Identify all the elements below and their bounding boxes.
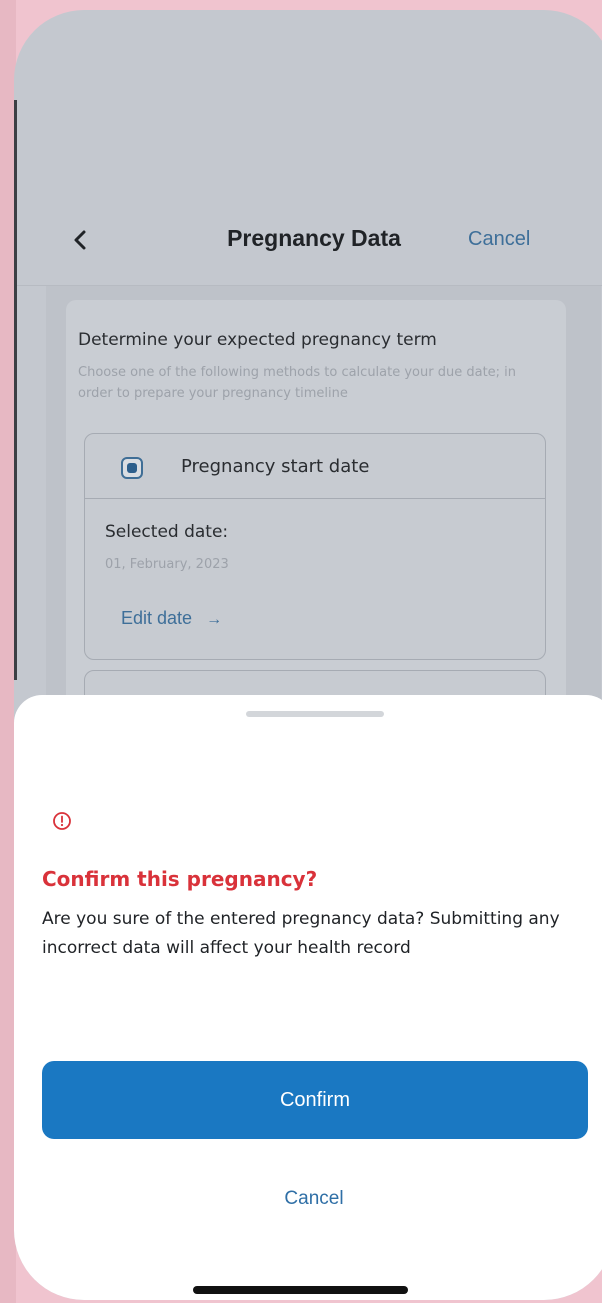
navigation-header: Pregnancy Data Cancel: [14, 195, 602, 286]
option-label: Pregnancy start date: [181, 456, 370, 477]
radio-selected-icon[interactable]: [121, 457, 143, 479]
sheet-grabber[interactable]: [246, 711, 384, 717]
sheet-message: Are you sure of the entered pregnancy da…: [42, 909, 560, 958]
radio-dot: [127, 463, 137, 473]
selected-date-label: Selected date:: [105, 522, 229, 542]
sheet-title: Confirm this pregnancy?: [42, 867, 318, 891]
edit-date-label: Edit date: [121, 608, 193, 628]
option-start-date[interactable]: Pregnancy start date Selected date: 01, …: [84, 433, 546, 660]
cancel-button[interactable]: Cancel: [214, 1177, 414, 1221]
selected-date-value: 01, February, 2023: [105, 557, 229, 572]
header-cancel-button[interactable]: Cancel: [468, 228, 530, 251]
confirm-bottom-sheet: Confirm this pregnancy? Are you sure of …: [14, 695, 602, 1300]
alert-circle-icon: [53, 812, 71, 830]
phone-screen: Pregnancy Data Cancel Determine your exp…: [14, 10, 602, 1300]
home-indicator[interactable]: [193, 1286, 408, 1294]
arrow-right-icon: →: [206, 611, 223, 628]
confirm-button[interactable]: Confirm: [42, 1061, 588, 1139]
option-header[interactable]: Pregnancy start date: [85, 434, 545, 499]
edit-date-link[interactable]: Edit date →: [121, 608, 222, 629]
card-subtitle: Choose one of the following methods to c…: [78, 365, 517, 401]
phone-frame-edge: [14, 100, 17, 680]
card-title: Determine your expected pregnancy term: [78, 330, 437, 350]
